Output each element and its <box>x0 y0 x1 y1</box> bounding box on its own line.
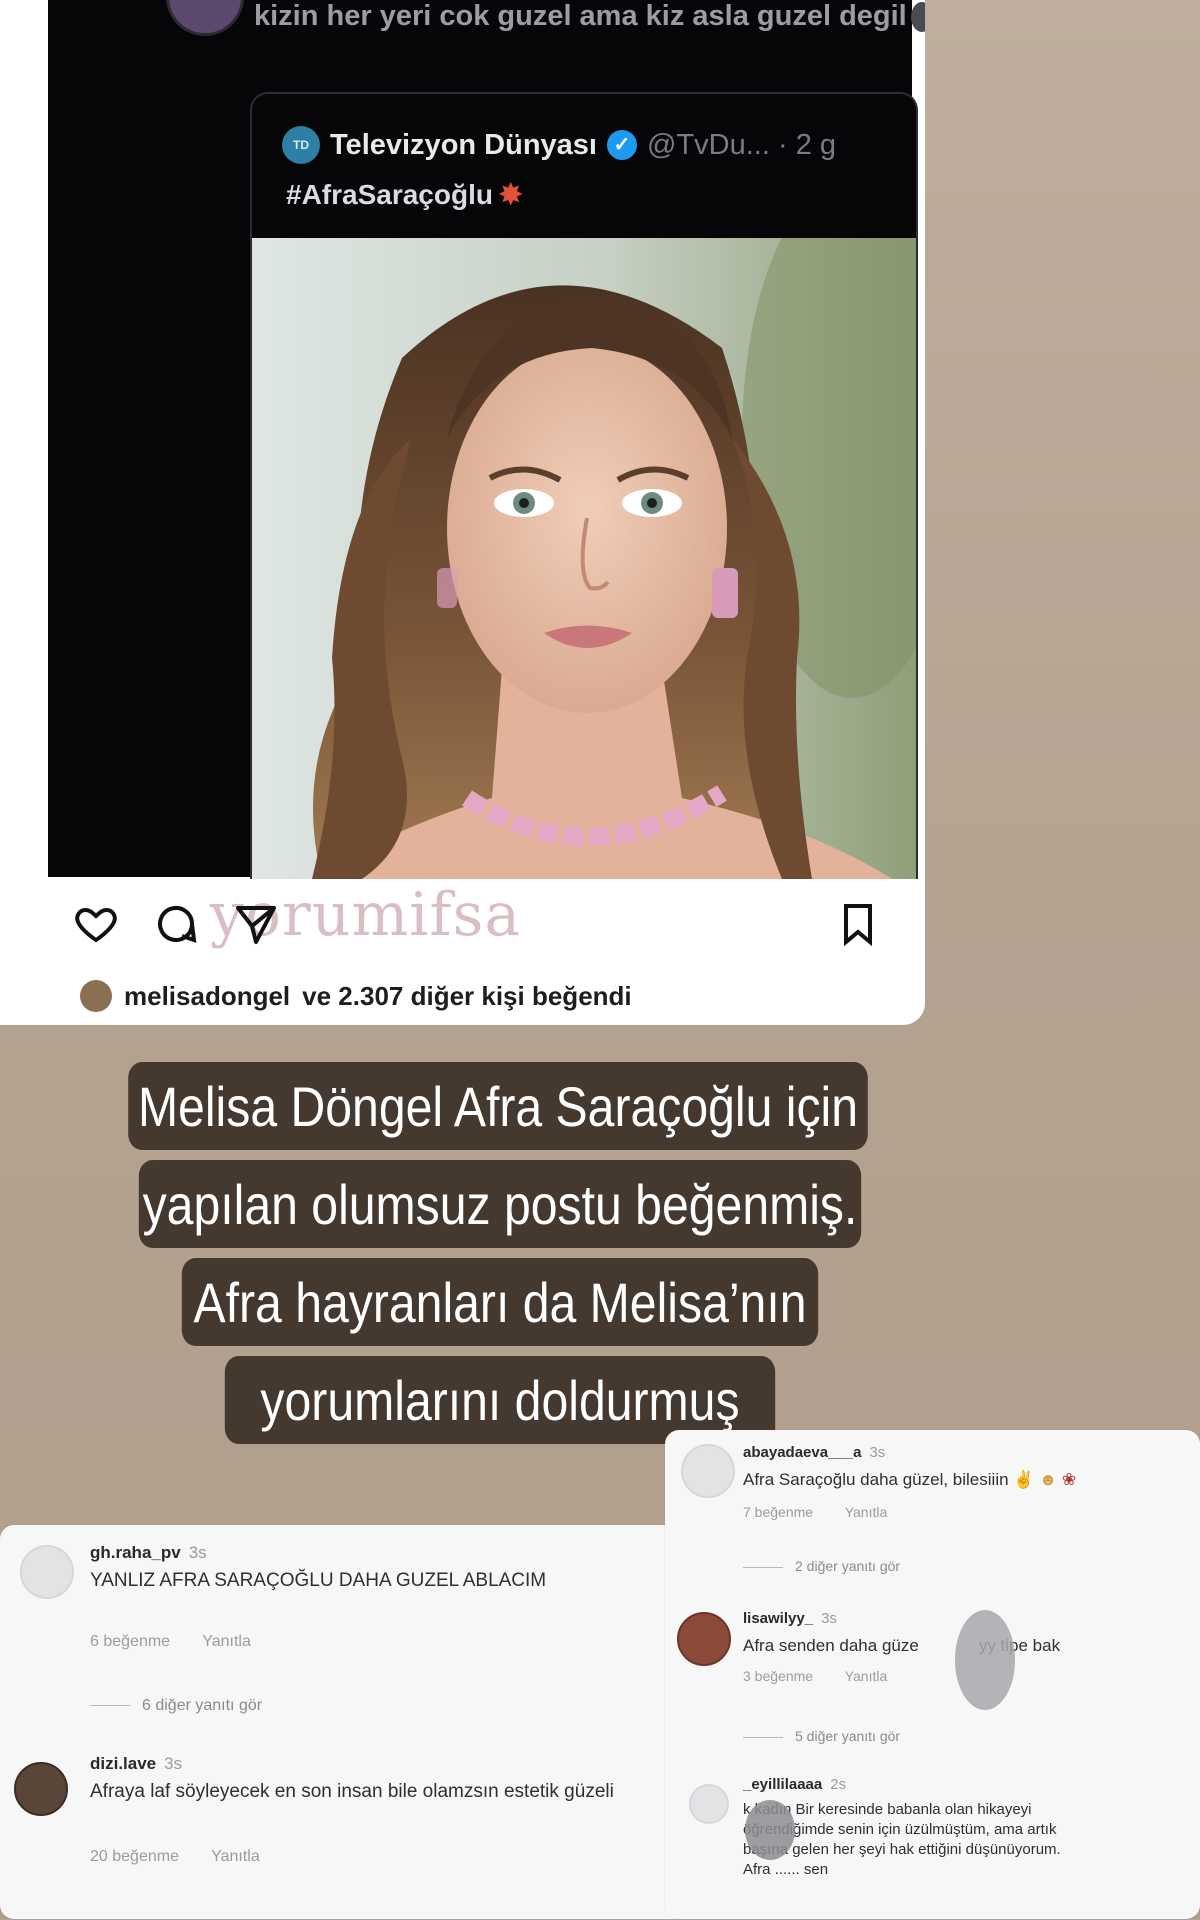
comment-item: lisawilyy_ 3s Afra senden daha güze yy tip… <box>665 1600 1200 1720</box>
source-handle: @TvDu... · 2 g <box>647 128 837 161</box>
commenter-username[interactable]: dizi.lave 3s <box>90 1754 182 1774</box>
reply-link[interactable]: Yanıtla <box>211 1848 260 1865</box>
view-more-replies[interactable]: 6 diğer yanıtı gör <box>90 1697 262 1715</box>
view-more-replies[interactable]: 2 diğer yanıtı gör <box>743 1558 900 1574</box>
comment-text: YANLIZ AFRA SARAÇOĞLU DAHA GUZEL ABLACIM <box>90 1570 547 1591</box>
commenter-username[interactable]: gh.raha_pv 3s <box>90 1543 207 1563</box>
comments-card-left: gh.raha_pv 3s YANLIZ AFRA SARAÇOĞLU DAHA … <box>0 1525 690 1919</box>
liker-avatar <box>80 980 112 1012</box>
view-more-replies[interactable]: 5 diğer yanıtı gör <box>743 1728 900 1744</box>
verified-badge-icon: ✓ <box>607 130 637 160</box>
comment-likes[interactable]: 3 beğenme <box>743 1668 813 1684</box>
share-icon[interactable] <box>232 900 280 953</box>
commenter-username[interactable]: lisawilyy_ 3s <box>743 1610 837 1627</box>
reply-avatar <box>166 0 244 36</box>
comment-likes[interactable]: 6 beğenme <box>90 1633 170 1650</box>
reply-tweet-text: kizin her yeri cok guzel ama kiz asla gu… <box>254 0 925 36</box>
comment-time: 3s <box>188 1543 207 1562</box>
comment-text: k kadın Bir keresinde babanla olan hikay… <box>743 1801 1061 1878</box>
commenter-avatar[interactable] <box>14 1762 68 1816</box>
sparkle-emoji-icon: ✸ <box>498 179 523 210</box>
caption-line-1: Melisa Döngel Afra Saraçoğlu için <box>128 1062 868 1150</box>
comment-time: 3s <box>821 1610 837 1627</box>
commenter-avatar[interactable] <box>20 1545 74 1599</box>
comment-time: 2s <box>830 1776 847 1793</box>
likes-count-text: ve 2.307 diğer kişi beğendi <box>302 980 632 1011</box>
comment-item: abayadaeva___a 3s Afra Saraçoğlu daha güz… <box>665 1430 1200 1550</box>
comments-card-right: abayadaeva___a 3s Afra Saraçoğlu daha güz… <box>665 1430 1200 1919</box>
heart-icon[interactable] <box>72 900 120 953</box>
post-action-bar <box>72 900 882 956</box>
post-screenshot-card: kizin her yeri cok guzel ama kiz asla gu… <box>0 0 925 1025</box>
comment-likes[interactable]: 20 beğenme <box>90 1848 179 1865</box>
reply-link[interactable]: Yanıtla <box>845 1668 888 1684</box>
comment-time: 3s <box>164 1754 183 1773</box>
quoted-tweet-header: TD Televizyon Dünyası ✓ @TvDu... · 2 g <box>282 124 836 166</box>
liker-username[interactable]: melisadongel <box>124 981 290 1012</box>
rose-emoji-icon: ❀ <box>1061 1470 1077 1489</box>
blurred-region <box>955 1610 1015 1710</box>
comment-item: dizi.lave 3s Afraya laf söyleyecek en son… <box>0 1750 690 1920</box>
commenter-username[interactable]: _eyillilaaaa 2s <box>743 1776 846 1793</box>
comment-meta: 7 beğenme Yanıtla <box>743 1504 915 1520</box>
blurred-region <box>745 1800 795 1860</box>
comment-meta: 20 beğenme Yanıtla <box>90 1848 288 1866</box>
comment-meta: 6 beğenme Yanıtla <box>90 1633 279 1651</box>
comment-likes[interactable]: 7 beğenme <box>743 1504 813 1520</box>
bookmark-icon[interactable] <box>834 900 882 953</box>
blurred-emoji <box>910 2 925 33</box>
portrait-photo <box>252 238 916 879</box>
tweet-screenshot: kizin her yeri cok guzel ama kiz asla gu… <box>48 0 925 879</box>
commenter-avatar[interactable] <box>689 1784 729 1824</box>
likes-summary[interactable]: melisadongel ve 2.307 diğer kişi beğendi <box>80 978 632 1014</box>
comment-text: Afra Saraçoğlu daha güzel, bilesiiin ✌ ☻… <box>743 1470 1077 1489</box>
reply-link[interactable]: Yanıtla <box>845 1504 888 1520</box>
source-logo-icon: TD <box>282 126 320 164</box>
comment-time: 3s <box>869 1444 886 1461</box>
hashtag-text[interactable]: #AfraSaraçoğlu ✸ <box>286 178 522 211</box>
reply-link[interactable]: Yanıtla <box>202 1633 251 1650</box>
quoted-tweet[interactable]: TD Televizyon Dünyası ✓ @TvDu... · 2 g #… <box>250 92 918 879</box>
commenter-avatar[interactable] <box>677 1612 731 1666</box>
comment-item: gh.raha_pv 3s YANLIZ AFRA SARAÇOĞLU DAHA … <box>0 1525 690 1695</box>
caption-line-2: yapılan olumsuz postu beğenmiş. <box>138 1160 862 1248</box>
caption-line-3: Afra hayranları da Melisa’nın <box>181 1258 819 1346</box>
emoji-icon: ✌ ☻ <box>1013 1470 1058 1489</box>
source-name: Televizyon Dünyası <box>330 128 597 161</box>
comment-icon[interactable] <box>152 900 200 953</box>
commenter-username[interactable]: abayadaeva___a 3s <box>743 1444 885 1461</box>
comment-text: Afraya laf söyleyecek en son insan bile … <box>90 1781 614 1802</box>
commenter-avatar[interactable] <box>681 1444 735 1498</box>
comment-item: _eyillilaaaa 2s k kadın Bir keresinde bab… <box>665 1770 1200 1919</box>
comment-meta: 3 beğenme Yanıtla <box>743 1668 915 1684</box>
